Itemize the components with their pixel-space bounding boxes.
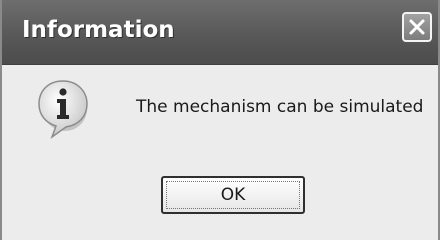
information-icon [38,80,88,140]
title-bar[interactable]: Information [2,0,438,65]
close-icon [409,19,425,35]
close-button[interactable] [402,12,432,42]
ok-button[interactable]: OK [161,176,305,214]
ok-button-label: OK [220,185,246,205]
dialog-message: The mechanism can be simulated [136,97,424,117]
dialog-content: The mechanism can be simulated OK [2,65,438,240]
dialog-title: Information [22,17,175,43]
information-dialog: Information The mechanism can be simulat… [0,0,440,240]
